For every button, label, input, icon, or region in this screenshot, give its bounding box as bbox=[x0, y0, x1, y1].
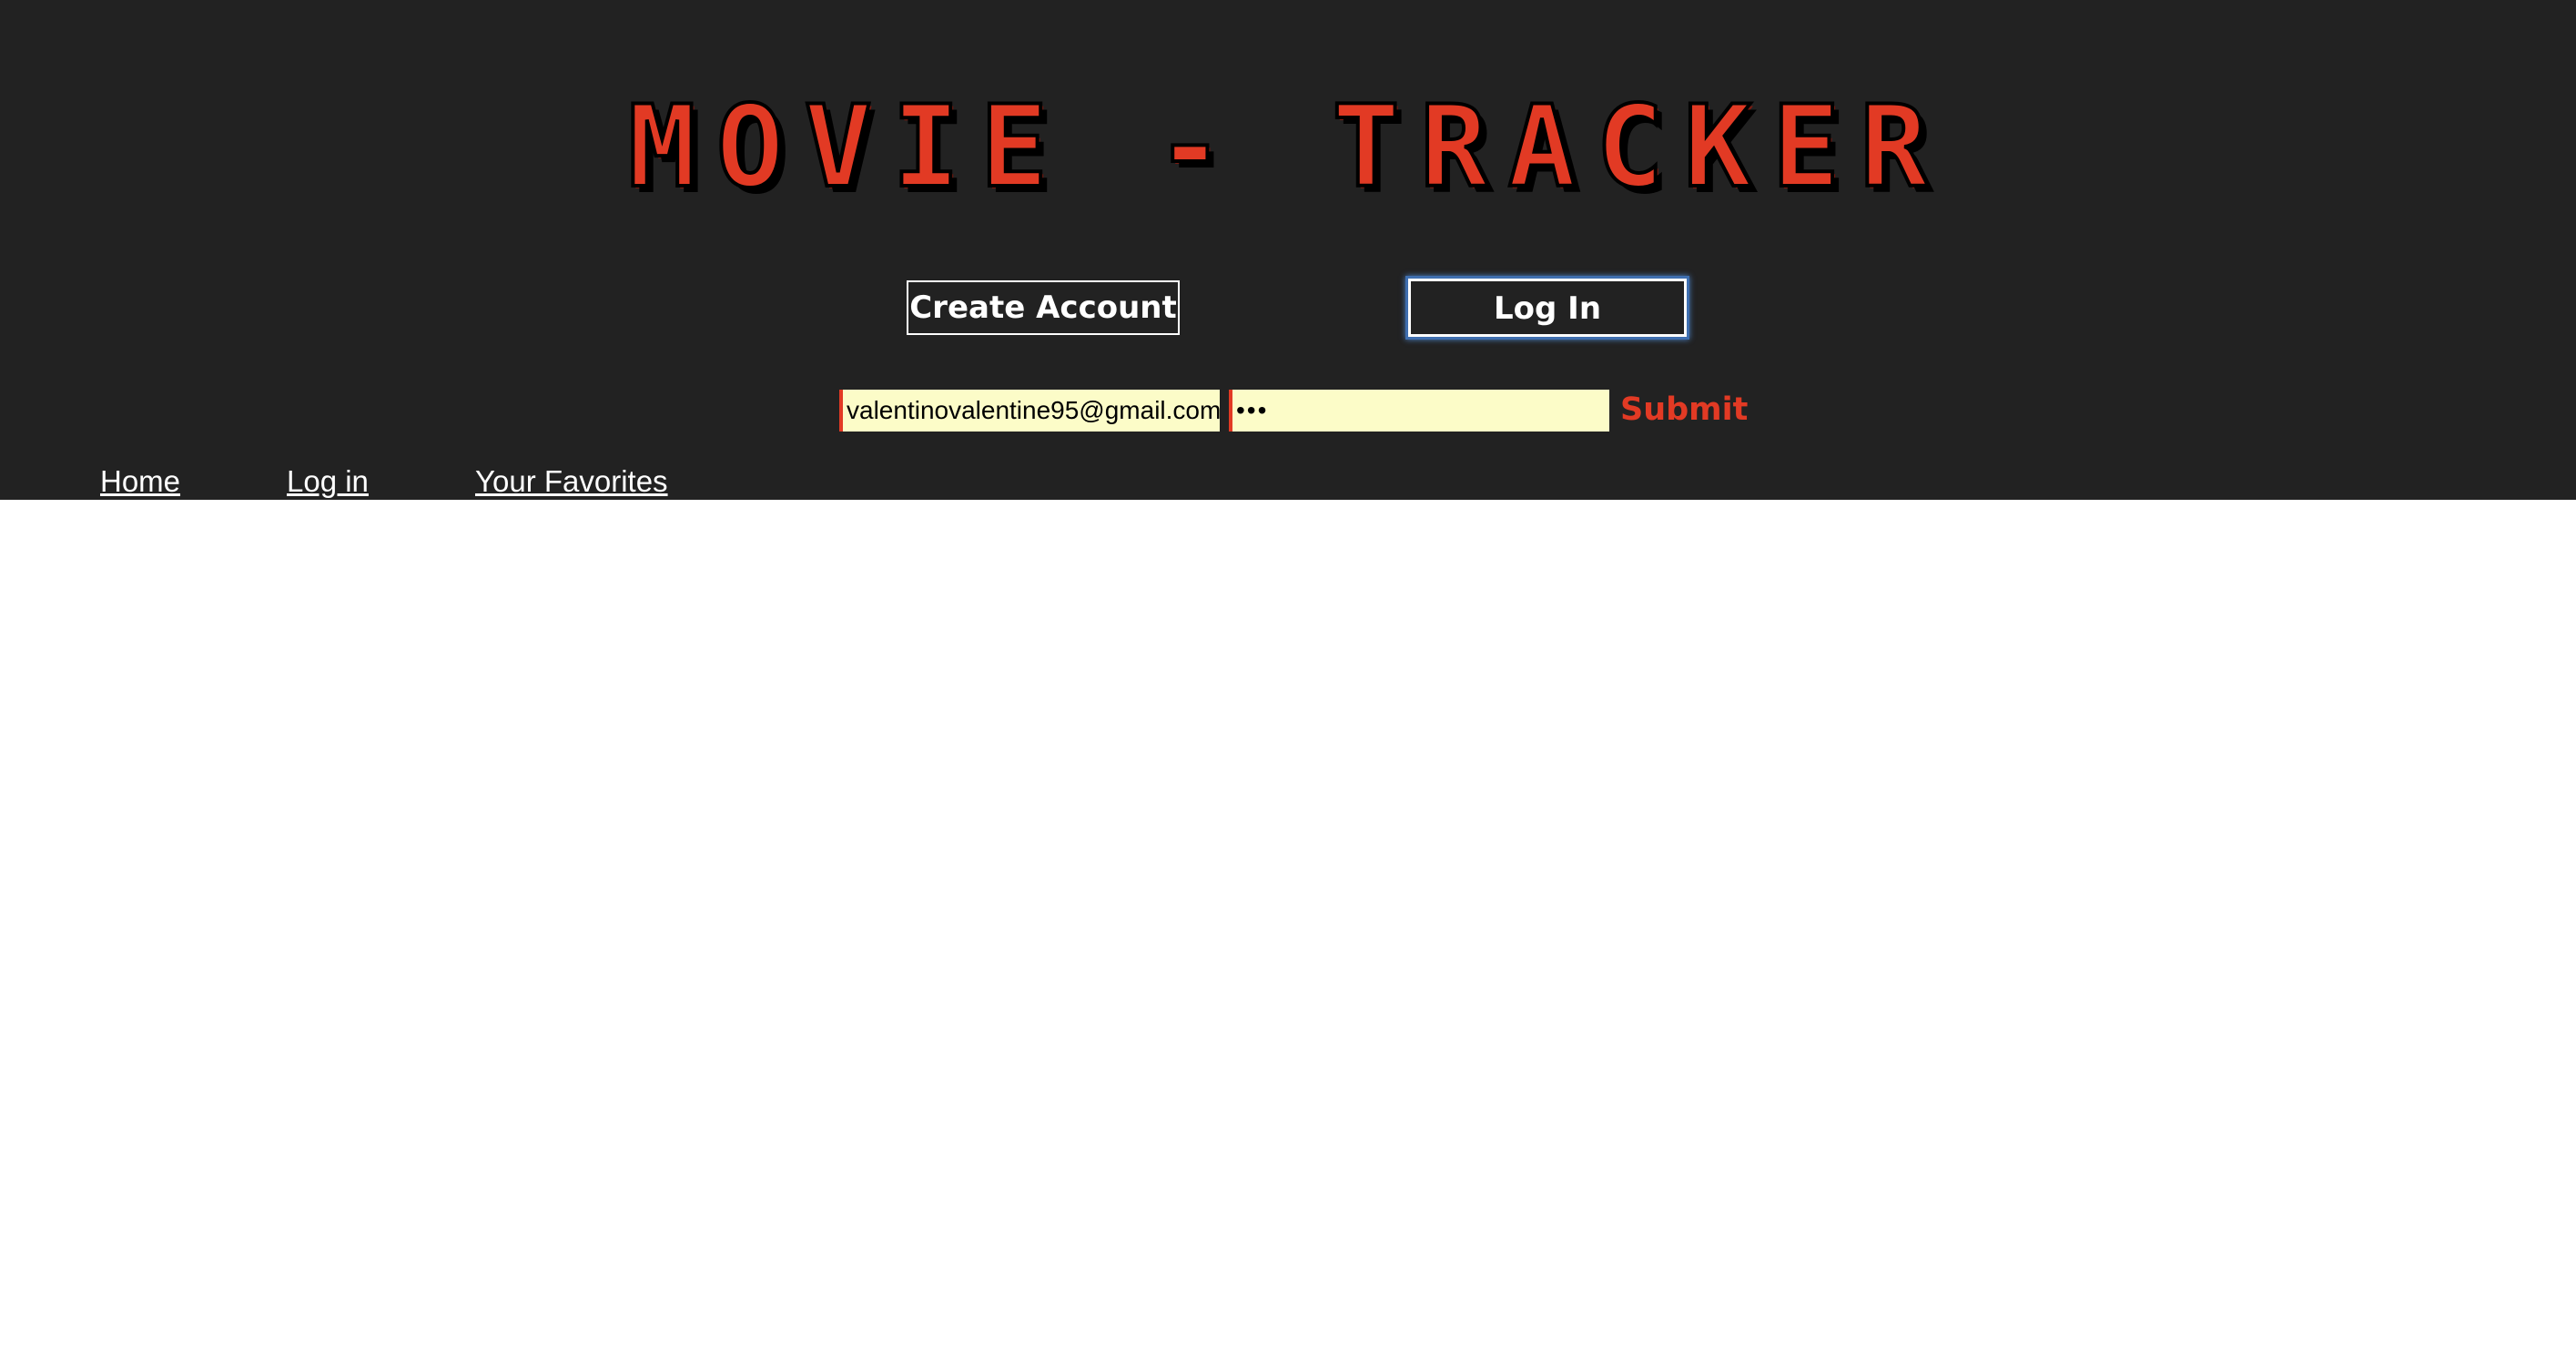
nav-bar: Home Log in Your Favorites bbox=[0, 462, 2576, 501]
password-field[interactable]: ••• bbox=[1229, 390, 1609, 432]
nav-link-your-favorites[interactable]: Your Favorites bbox=[475, 462, 668, 501]
log-in-button[interactable]: Log In bbox=[1408, 279, 1687, 337]
nav-link-home[interactable]: Home bbox=[100, 462, 180, 501]
site-title: MOVIE - TRACKER bbox=[626, 82, 1948, 213]
nav-link-log-in[interactable]: Log in bbox=[287, 462, 369, 501]
site-header: MOVIE - TRACKER Create Account Log In va… bbox=[0, 0, 2576, 500]
email-field[interactable]: valentinovalentine95@gmail.com bbox=[839, 390, 1220, 432]
create-account-button[interactable]: Create Account bbox=[907, 280, 1180, 335]
submit-button[interactable]: Submit bbox=[1620, 386, 1748, 433]
